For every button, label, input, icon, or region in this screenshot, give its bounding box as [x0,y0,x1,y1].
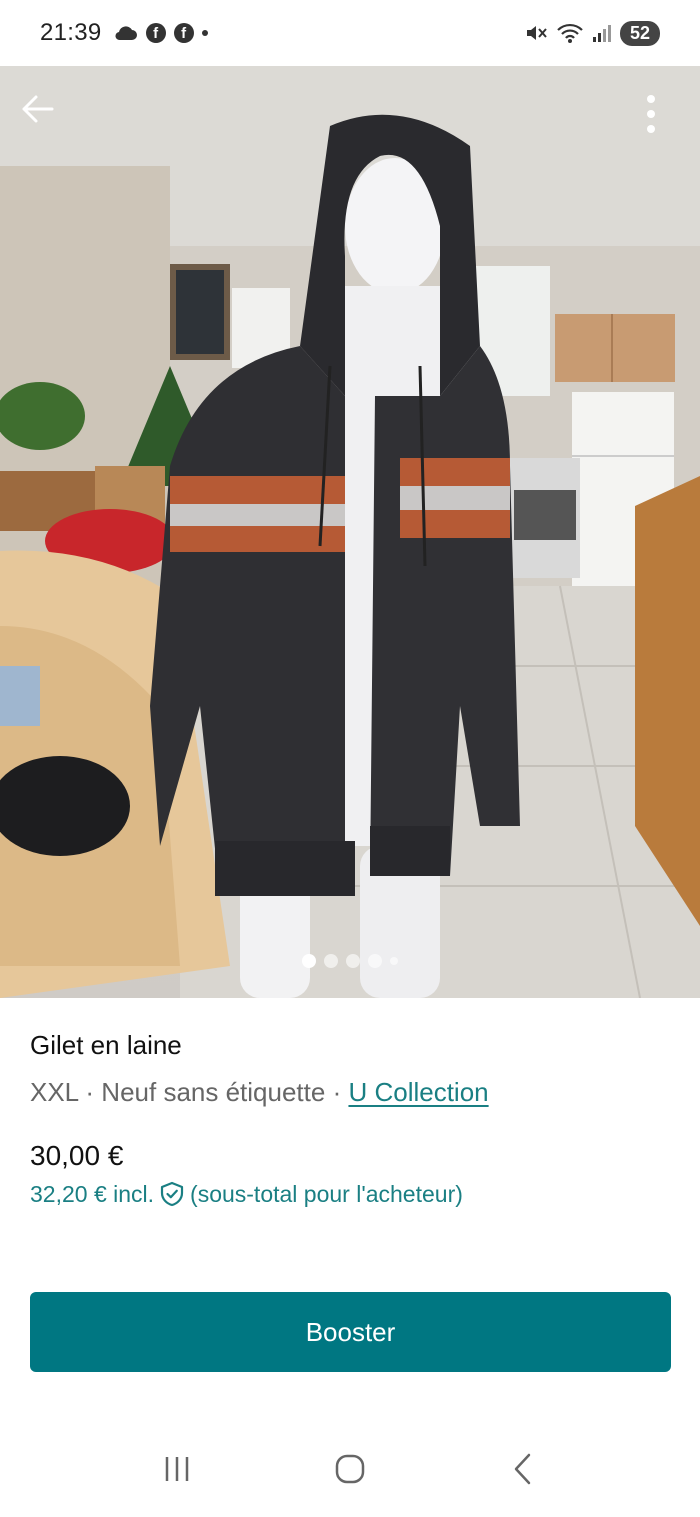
meta-separator: · [325,1077,349,1107]
recent-apps-icon [165,1456,188,1481]
total-price-note: (sous-total pour l'acheteur) [190,1180,463,1207]
battery-icon: 52 [620,20,660,46]
item-price: 30,00 € [30,1140,124,1171]
carousel-dot[interactable] [302,954,316,968]
item-meta: XXL · Neuf sans étiquette · U Collection [30,1077,670,1108]
carousel-dot[interactable] [390,957,398,965]
item-info: Gilet en laine XXL · Neuf sans étiquette… [30,1030,670,1108]
recent-apps-button[interactable] [147,1439,207,1499]
carousel-indicator [0,954,700,968]
product-photo[interactable] [0,66,700,998]
total-price-value: 32,20 € incl. [30,1180,155,1207]
item-title: Gilet en laine [30,1030,182,1060]
item-brand-link[interactable]: U Collection [348,1077,488,1107]
home-button[interactable] [320,1439,380,1499]
carousel-dot[interactable] [346,954,360,968]
more-vertical-icon [647,95,655,133]
more-options-button[interactable] [646,94,678,138]
status-icons-right: 52 [524,20,660,46]
system-back-button[interactable] [493,1439,553,1499]
status-icons-left: f f [114,23,208,43]
dot-icon [201,30,208,36]
back-button[interactable] [20,94,64,138]
mute-icon [527,26,547,40]
status-bar: 21:39 f f 52 [0,0,700,66]
wifi-icon [557,23,583,43]
facebook-icon: f [173,23,194,43]
carousel-dot[interactable] [324,954,338,968]
status-time: 21:39 [40,19,102,46]
item-size: XXL [30,1077,79,1107]
facebook-icon: f [145,23,166,43]
chevron-left-icon [515,1453,531,1484]
item-total-price: 32,20 € incl. (sous-total pour l'acheteu… [30,1180,463,1208]
home-icon [335,1454,365,1483]
booster-button[interactable]: Booster [30,1292,671,1372]
cloud-icon [115,26,137,41]
product-photo-illustration [0,66,700,998]
item-condition: Neuf sans étiquette [101,1077,326,1107]
carousel-dot[interactable] [368,954,382,968]
shield-check-icon[interactable] [158,1180,186,1208]
meta-separator: · [78,1077,102,1107]
arrow-left-icon [22,95,54,123]
signal-icon [593,25,611,42]
system-nav-bar [0,1420,700,1517]
